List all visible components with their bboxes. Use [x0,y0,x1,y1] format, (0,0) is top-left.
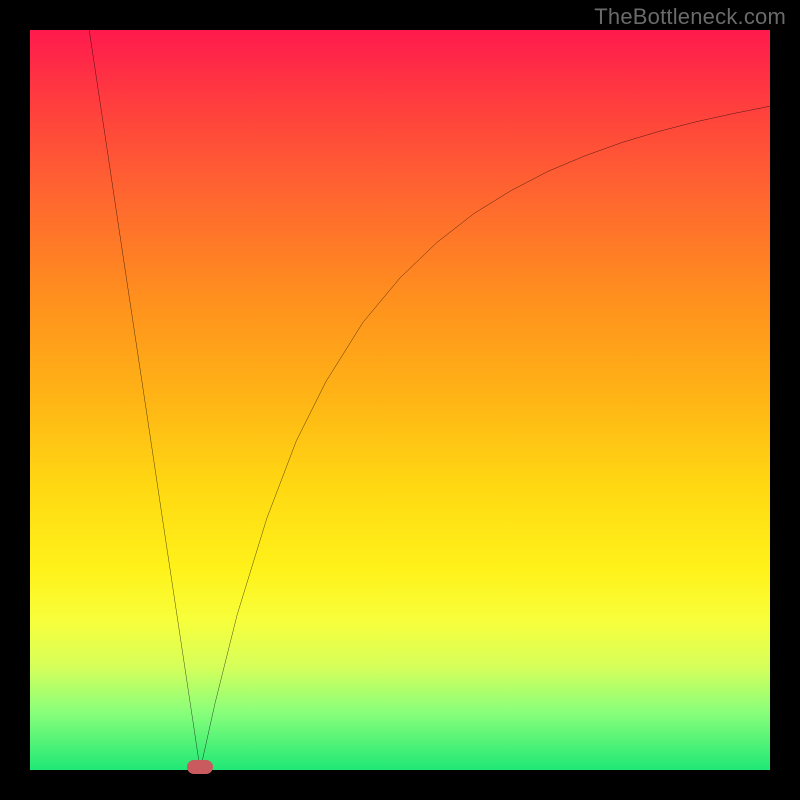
optimal-point-marker [187,760,213,774]
chart-frame: TheBottleneck.com [0,0,800,800]
plot-area [30,30,770,770]
bottleneck-curve [89,30,770,770]
watermark-text: TheBottleneck.com [594,4,786,30]
curve-svg [30,30,770,770]
